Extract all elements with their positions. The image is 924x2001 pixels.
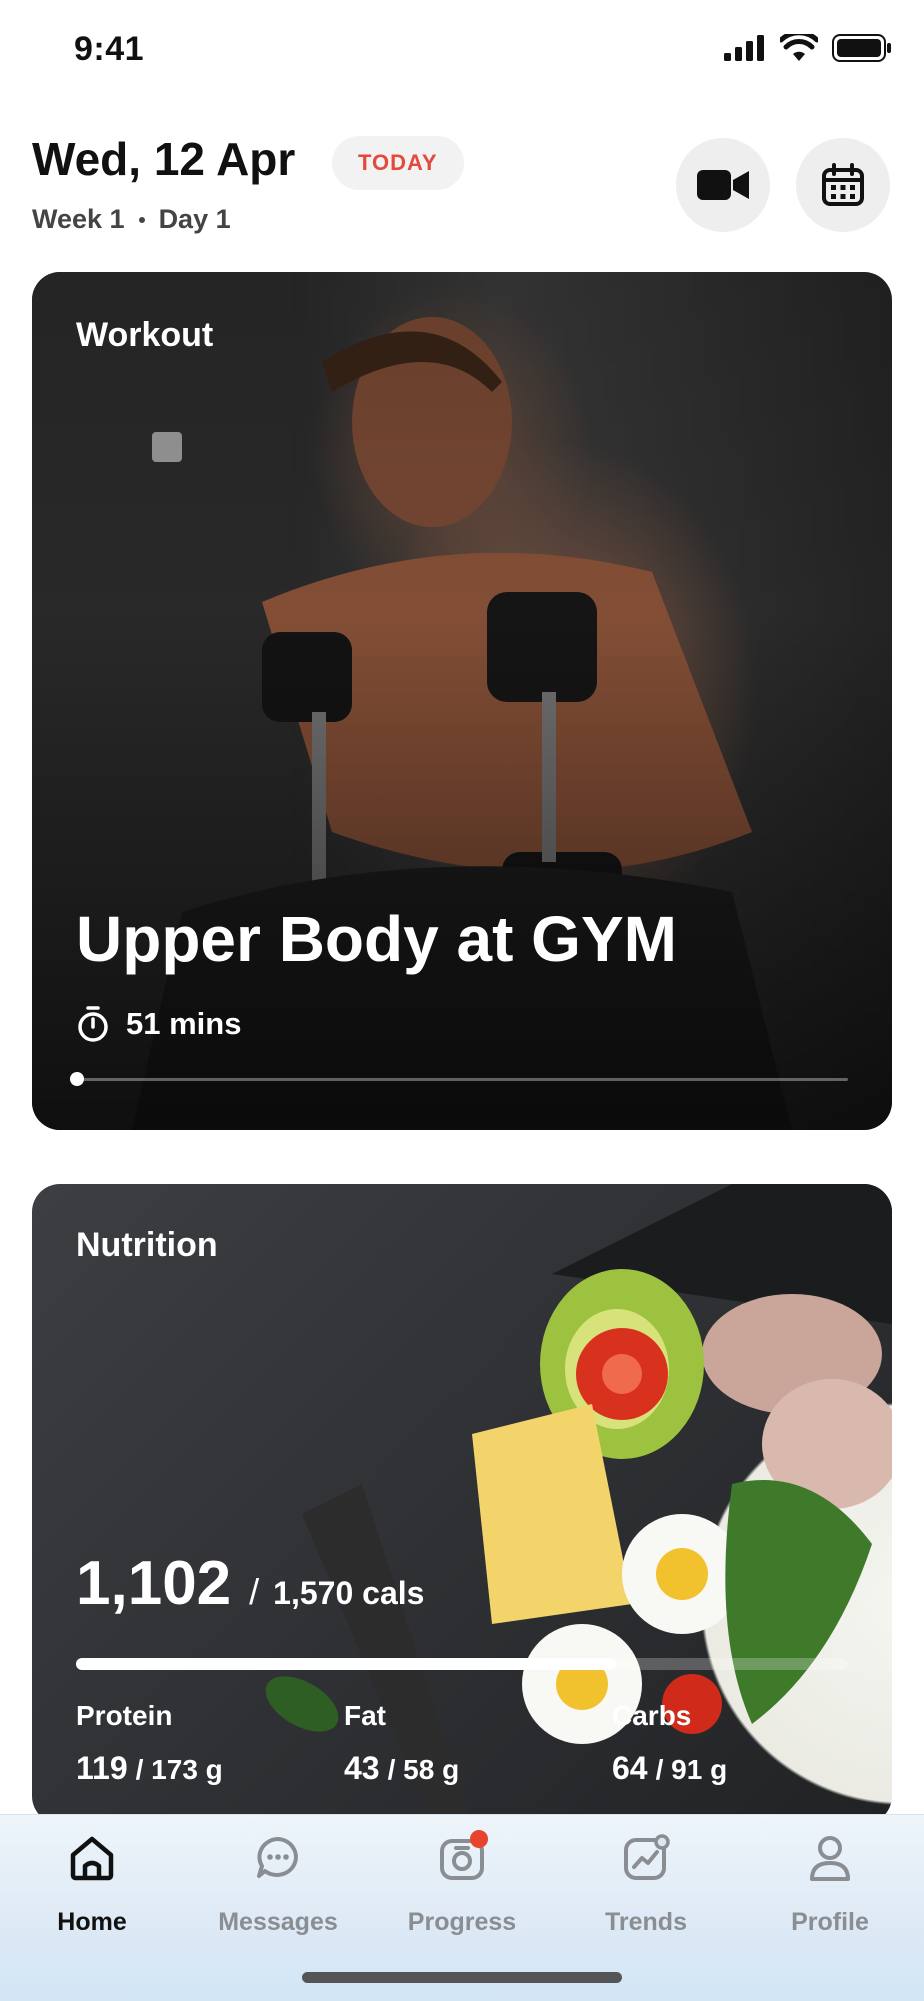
today-badge: TODAY: [332, 136, 464, 190]
camera-icon: [434, 1830, 490, 1886]
tab-label: Home: [57, 1908, 127, 1936]
week-day-indicator: Week 1 Day 1: [32, 204, 231, 235]
macro-carbs: Carbs 64/ 91 g: [612, 1700, 727, 1787]
week-label: Week 1: [32, 204, 125, 234]
signal-icon: [724, 35, 764, 61]
tab-label: Messages: [218, 1908, 338, 1936]
chat-icon: [250, 1830, 306, 1886]
macro-current: 43: [344, 1750, 380, 1786]
video-call-button[interactable]: [676, 138, 770, 232]
workout-card[interactable]: Workout Upper Body at GYM 51 mins: [32, 272, 892, 1130]
day-label: Day 1: [158, 204, 231, 234]
tab-trends[interactable]: Trends: [554, 1830, 738, 1937]
stopwatch-icon: [78, 1006, 108, 1042]
trends-icon: [618, 1830, 674, 1886]
page-date: Wed, 12 Apr: [32, 133, 296, 185]
macro-goal: / 58 g: [387, 1754, 460, 1785]
macro-current: 64: [612, 1750, 648, 1786]
macro-goal: / 173 g: [135, 1754, 223, 1785]
tab-progress[interactable]: Progress: [370, 1830, 554, 1937]
home-icon: [64, 1830, 120, 1886]
tab-home[interactable]: Home: [0, 1830, 184, 1937]
home-indicator[interactable]: [302, 1972, 622, 1983]
workout-duration: 51 mins: [76, 1006, 241, 1042]
workout-progress-knob: [70, 1072, 84, 1086]
status-icons: [724, 34, 892, 62]
calendar-icon: [822, 163, 864, 206]
nutrition-card[interactable]: Nutrition 1,102 / 1,570 cals Protein 119…: [32, 1184, 892, 1824]
tab-messages[interactable]: Messages: [186, 1830, 370, 1937]
workout-section-label: Workout: [76, 316, 214, 354]
status-time: 9:41: [74, 30, 145, 68]
macro-name: Carbs: [612, 1700, 692, 1731]
calories-goal: 1,570 cals: [273, 1575, 425, 1611]
nutrition-section-label: Nutrition: [76, 1226, 218, 1264]
calories-separator: /: [249, 1571, 260, 1612]
calories-summary: 1,102 / 1,570 cals: [76, 1548, 424, 1619]
calories-progress-fill: [76, 1658, 617, 1670]
macro-protein: Protein 119/ 173 g: [76, 1700, 223, 1787]
notification-dot: [470, 1830, 488, 1848]
macro-fat: Fat 43/ 58 g: [344, 1700, 459, 1787]
tab-label: Trends: [605, 1908, 687, 1936]
tab-profile[interactable]: Profile: [738, 1830, 922, 1937]
video-camera-icon: [697, 170, 749, 200]
macro-name: Protein: [76, 1700, 173, 1731]
profile-icon: [802, 1830, 858, 1886]
workout-title: Upper Body at GYM: [76, 903, 677, 975]
photo-shade: [32, 272, 892, 1130]
workout-progress-bar: [70, 1072, 848, 1086]
macro-goal: / 91 g: [655, 1754, 728, 1785]
tab-label: Progress: [407, 1908, 517, 1936]
battery-icon: [832, 34, 891, 62]
duration-text: 51 mins: [126, 1006, 242, 1041]
calories-consumed: 1,102: [76, 1549, 232, 1618]
calories-progress-bar: [76, 1658, 848, 1670]
macro-name: Fat: [344, 1700, 386, 1731]
wifi-icon: [780, 34, 818, 61]
tab-label: Profile: [791, 1908, 869, 1936]
calendar-button[interactable]: [796, 138, 890, 232]
separator-dot: [138, 216, 145, 223]
macro-current: 119: [76, 1750, 128, 1786]
